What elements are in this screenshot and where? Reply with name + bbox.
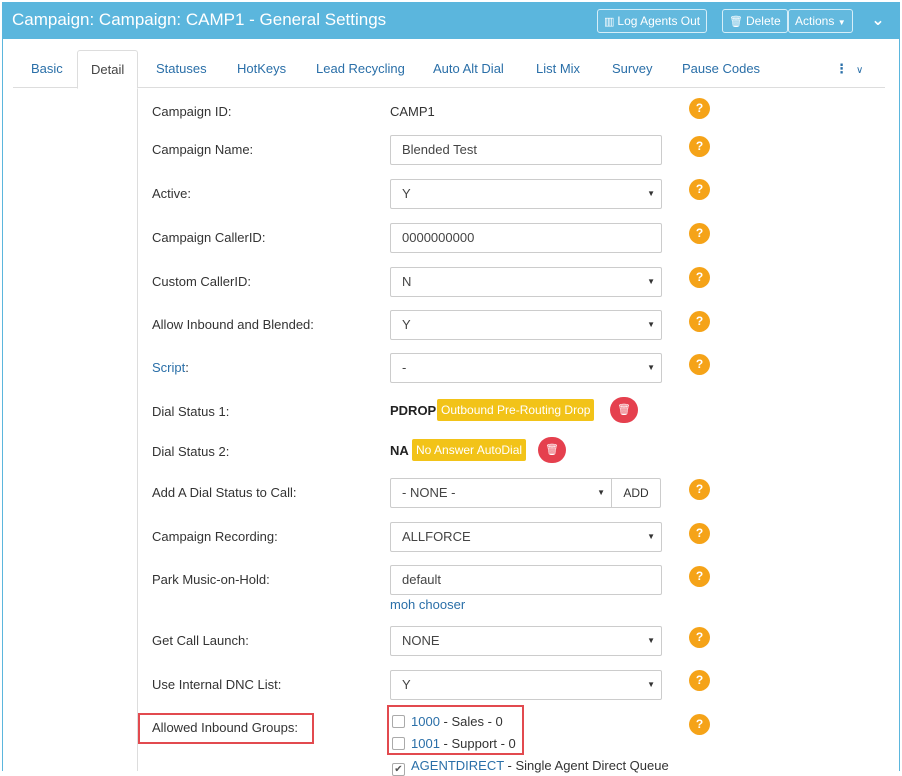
help-icon[interactable]: ?: [689, 670, 710, 691]
tab-auto-alt-dial[interactable]: Auto Alt Dial: [431, 50, 506, 88]
bar-chart-icon: ▥: [604, 16, 615, 28]
trash-icon: 🗑: [617, 404, 631, 416]
inbound-group-agentdirect[interactable]: ✔ AGENTDIRECT - Single Agent Direct Queue: [392, 758, 669, 776]
tab-survey[interactable]: Survey: [610, 50, 654, 88]
inbound-group-1001[interactable]: 1001 - Support - 0: [392, 736, 516, 751]
add-dial-status-button[interactable]: ADD: [611, 478, 661, 508]
actions-dropdown-button[interactable]: Actions ▼: [788, 9, 853, 33]
help-icon[interactable]: ?: [689, 311, 710, 332]
tab-lead-recycling[interactable]: Lead Recycling: [314, 50, 407, 88]
custom-callerid-select[interactable]: N: [390, 267, 662, 297]
help-icon[interactable]: ?: [689, 523, 710, 544]
dial-status-1-badge: Outbound Pre-Routing Drop: [437, 399, 595, 421]
campaign-recording-select[interactable]: ALLFORCE: [390, 522, 662, 552]
checkbox[interactable]: [392, 737, 405, 750]
log-agents-out-button[interactable]: ▥ Log Agents Out: [597, 9, 708, 33]
help-icon[interactable]: ?: [689, 179, 710, 200]
tab-basic[interactable]: Basic: [29, 50, 65, 88]
tab-hotkeys[interactable]: HotKeys: [235, 50, 288, 88]
custom-callerid-label: Custom CallerID:: [152, 274, 251, 289]
dial-status-2-badge: No Answer AutoDial: [412, 439, 527, 461]
campaign-callerid-label: Campaign CallerID:: [152, 230, 266, 245]
chevron-down-icon[interactable]: ⌄: [869, 12, 887, 30]
help-icon[interactable]: ?: [689, 267, 710, 288]
checkbox-checked[interactable]: ✔: [392, 763, 405, 776]
park-moh-label: Park Music-on-Hold:: [152, 572, 270, 587]
remove-dial-status-1-button[interactable]: 🗑: [610, 397, 638, 423]
moh-chooser-link[interactable]: moh chooser: [390, 597, 465, 612]
allow-inbound-select[interactable]: Y: [390, 310, 662, 340]
add-dial-status-label: Add A Dial Status to Call:: [152, 485, 297, 500]
help-icon[interactable]: ?: [689, 223, 710, 244]
get-call-launch-label: Get Call Launch:: [152, 633, 249, 648]
dial-status-2-label: Dial Status 2:: [152, 444, 230, 459]
more-tabs-menu[interactable]: ⋮ ∨: [835, 50, 863, 88]
tab-list-mix[interactable]: List Mix: [534, 50, 582, 88]
campaign-callerid-input[interactable]: 0000000000: [390, 223, 662, 253]
checkbox[interactable]: [392, 715, 405, 728]
kebab-icon: ⋮: [835, 61, 848, 76]
tab-statuses[interactable]: Statuses: [154, 50, 209, 88]
campaign-name-label: Campaign Name:: [152, 142, 254, 157]
dial-status-2-code: NA: [390, 443, 409, 458]
internal-dnc-select[interactable]: Y: [390, 670, 662, 700]
help-icon[interactable]: ?: [689, 354, 710, 375]
remove-dial-status-2-button[interactable]: 🗑: [538, 437, 566, 463]
get-call-launch-select[interactable]: NONE: [390, 626, 662, 656]
active-label: Active:: [152, 186, 192, 201]
help-icon[interactable]: ?: [689, 566, 710, 587]
delete-button[interactable]: 🗑 Delete: [722, 9, 788, 33]
tab-pause-codes[interactable]: Pause Codes: [680, 50, 762, 88]
park-moh-input[interactable]: default: [390, 565, 662, 595]
help-icon[interactable]: ?: [689, 136, 710, 157]
help-icon[interactable]: ?: [689, 627, 710, 648]
page-title: Campaign: Campaign: CAMP1 - General Sett…: [12, 10, 387, 29]
tab-bar: Basic Detail Statuses HotKeys Lead Recyc…: [13, 50, 885, 89]
allow-inbound-label: Allow Inbound and Blended:: [152, 317, 314, 332]
campaign-recording-label: Campaign Recording:: [152, 529, 278, 544]
script-select[interactable]: -: [390, 353, 662, 383]
chevron-down-icon: ∨: [856, 65, 864, 76]
form-divider: [137, 89, 138, 771]
campaign-id-label: Campaign ID:: [152, 104, 232, 119]
active-select[interactable]: Y: [390, 179, 662, 209]
script-link[interactable]: Script:: [152, 360, 189, 375]
panel-header: Campaign: Campaign: CAMP1 - General Sett…: [3, 3, 899, 39]
help-icon[interactable]: ?: [689, 479, 710, 500]
help-icon[interactable]: ?: [689, 98, 710, 119]
campaign-name-input[interactable]: Blended Test: [390, 135, 662, 165]
dial-status-1-code: PDROP: [390, 403, 437, 418]
trash-icon: 🗑: [729, 16, 743, 28]
caret-down-icon: ▼: [837, 18, 846, 27]
inbound-group-1000[interactable]: 1000 - Sales - 0: [392, 714, 503, 729]
dial-status-1-label: Dial Status 1:: [152, 404, 230, 419]
internal-dnc-label: Use Internal DNC List:: [152, 677, 282, 692]
tab-detail[interactable]: Detail: [77, 50, 139, 89]
trash-icon: 🗑: [545, 444, 559, 456]
campaign-id-value: CAMP1: [390, 104, 435, 119]
add-dial-status-select[interactable]: - NONE -: [390, 478, 612, 508]
help-icon[interactable]: ?: [689, 714, 710, 735]
allowed-inbound-groups-label: Allowed Inbound Groups:: [152, 720, 298, 735]
